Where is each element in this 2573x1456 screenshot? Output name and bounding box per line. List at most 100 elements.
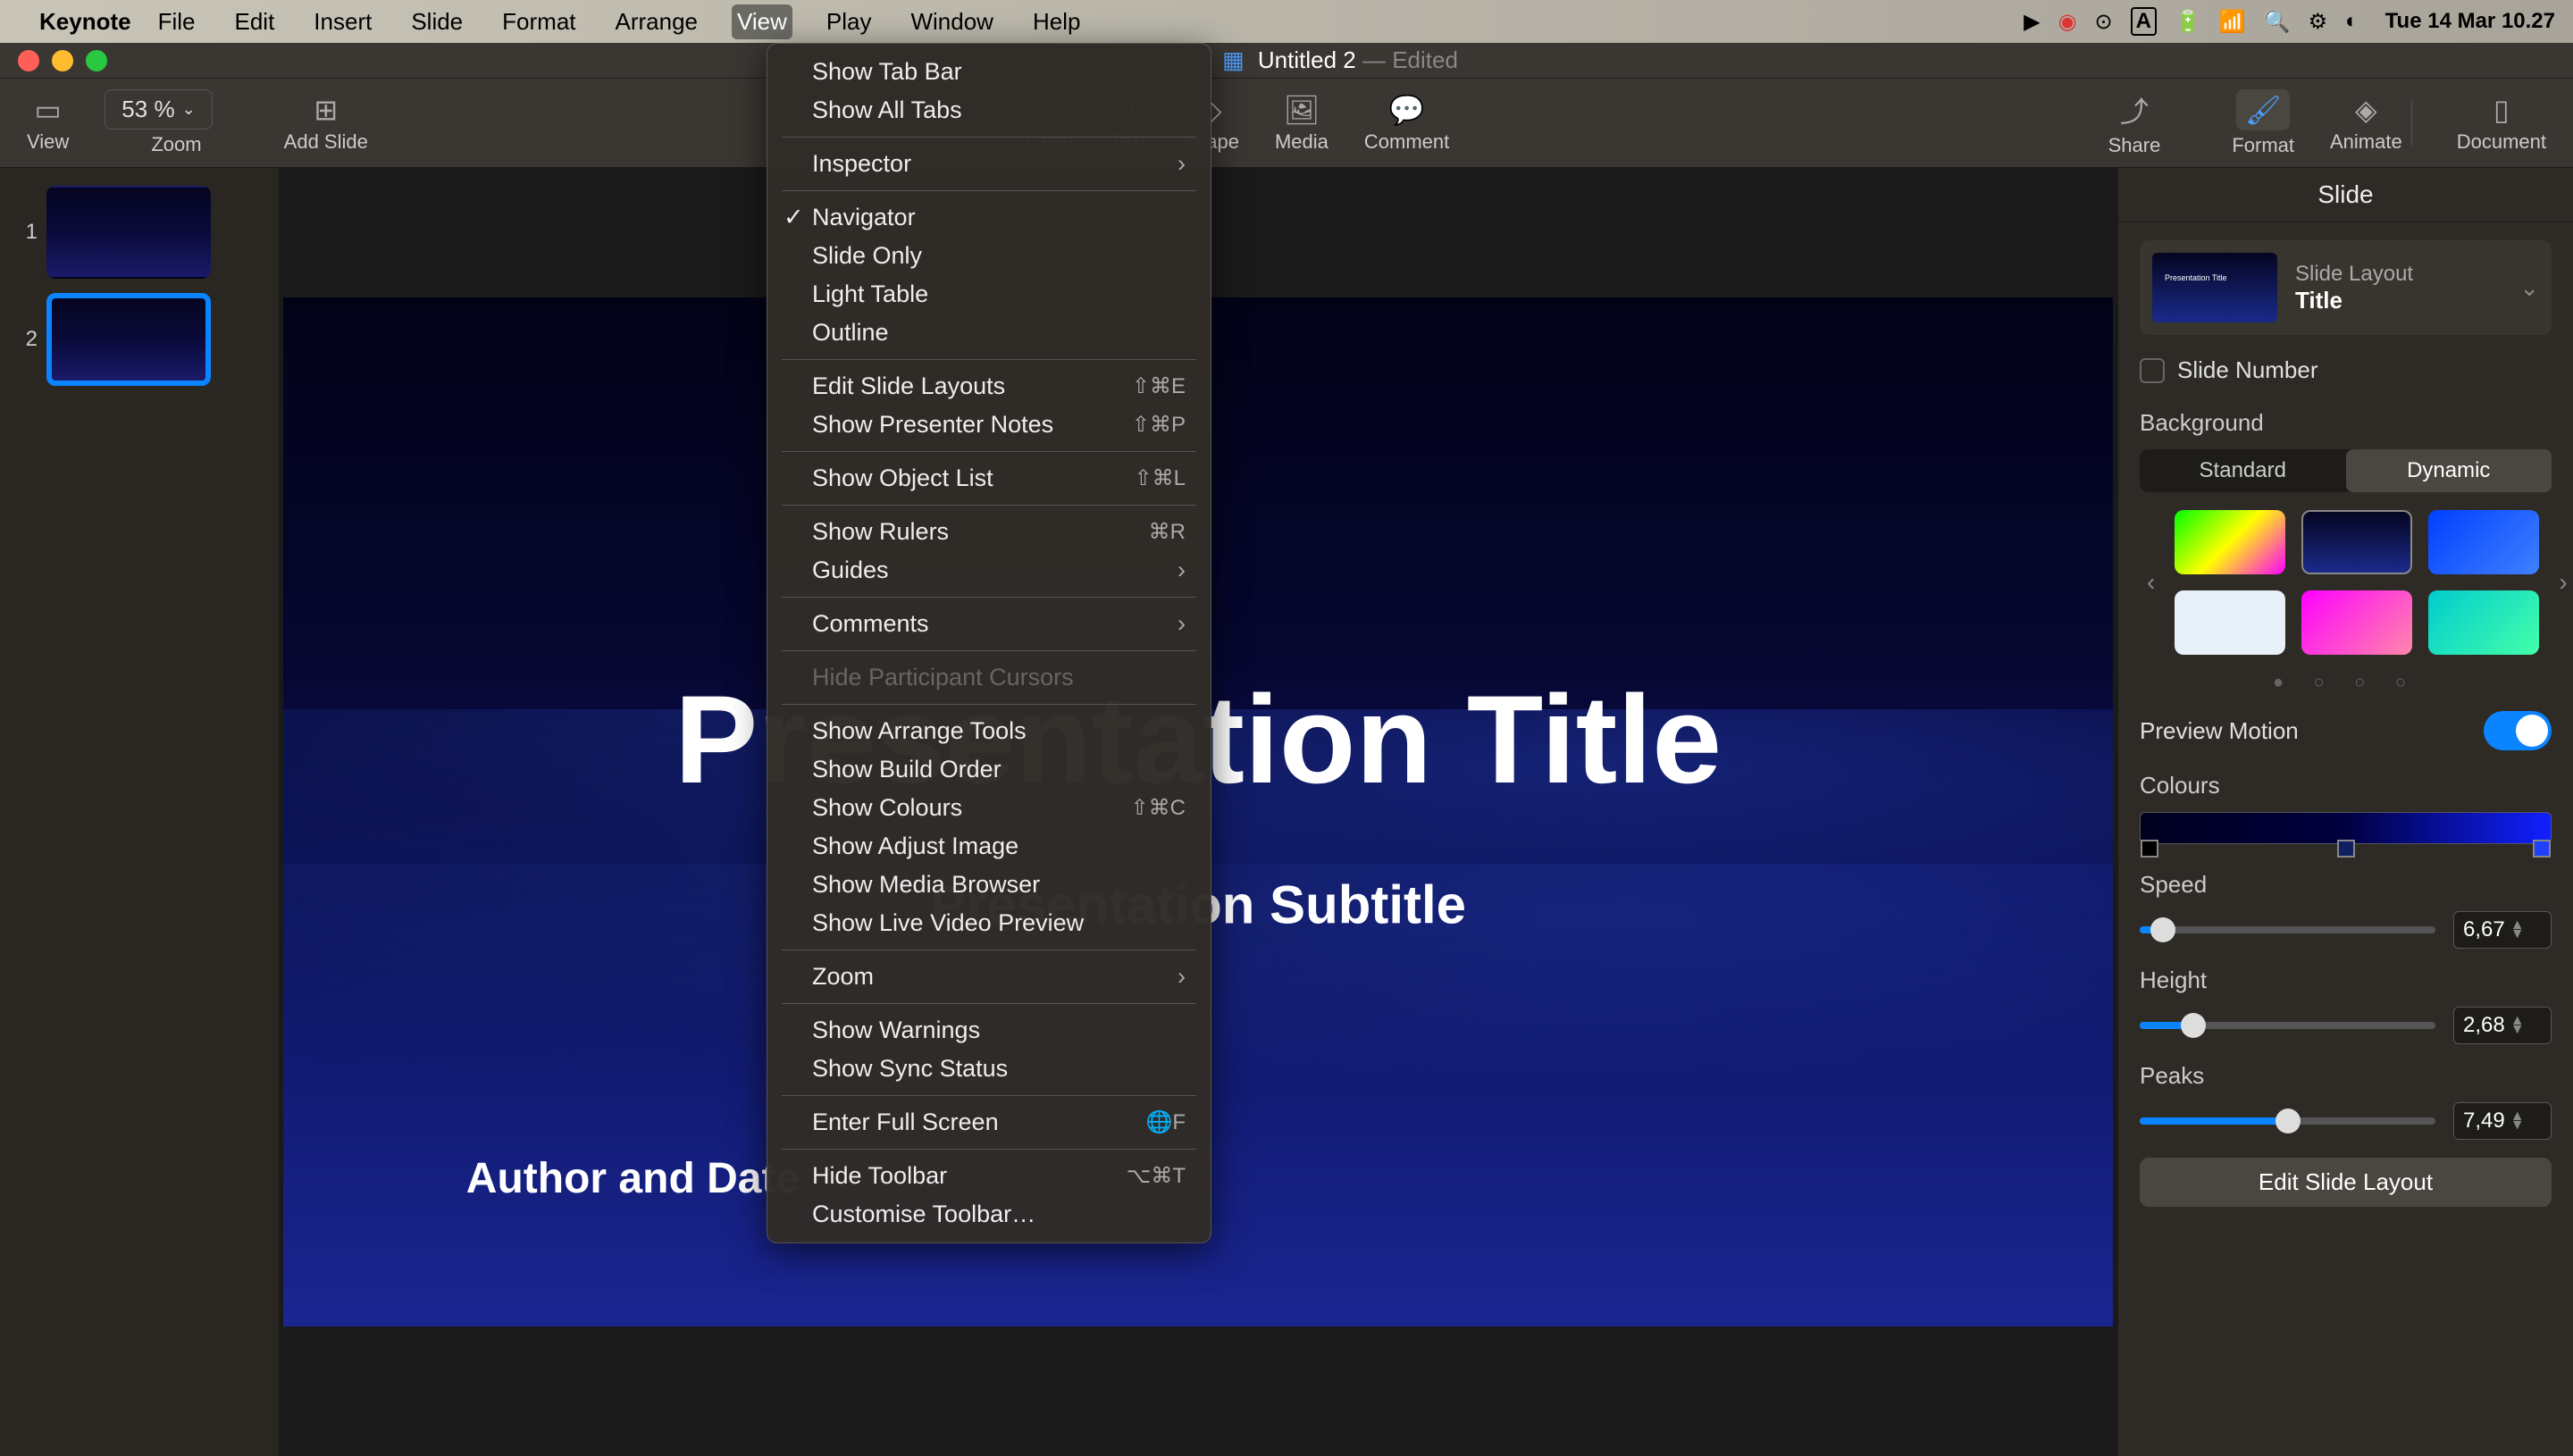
siri-icon[interactable]: ◐ (2345, 9, 2359, 34)
menu-item-show-colours[interactable]: Show Colours⇧⌘C (767, 789, 1211, 827)
swatch-rainbow[interactable] (2175, 510, 2285, 574)
stepper-icon[interactable]: ▲▼ (2510, 1017, 2525, 1034)
menu-item-label: Edit Slide Layouts (812, 372, 1005, 400)
menu-item-show-all-tabs[interactable]: Show All Tabs (767, 91, 1211, 130)
media-button[interactable]: 🖼 Media (1275, 93, 1328, 154)
swatch-next-button[interactable]: › (2552, 561, 2573, 604)
menu-item-enter-full-screen[interactable]: Enter Full Screen🌐F (767, 1103, 1211, 1142)
record-icon[interactable]: ◉ (2058, 9, 2077, 35)
stepper-icon[interactable]: ▲▼ (2510, 921, 2525, 939)
clock[interactable]: Tue 14 Mar 10.27 (2385, 9, 2555, 34)
swatch-light[interactable] (2175, 590, 2285, 655)
input-icon[interactable]: A (2131, 7, 2157, 36)
slide-layout-selector[interactable]: Slide Layout Title ⌄ (2140, 240, 2552, 335)
menu-arrange[interactable]: Arrange (610, 4, 704, 39)
menu-item-label: Guides (812, 556, 889, 584)
keynote-window: ▦ Untitled 2 — Edited ▭ View 53 % ⌄ Zoom… (0, 43, 2573, 1456)
control-center-icon[interactable]: ⚙ (2309, 9, 2328, 35)
slide-thumb-1[interactable]: 1 (11, 186, 268, 279)
preview-motion-toggle[interactable] (2484, 711, 2552, 750)
speed-field[interactable]: 6,67 ▲▼ (2453, 911, 2552, 949)
menu-view[interactable]: View (732, 4, 792, 39)
menu-insert[interactable]: Insert (308, 4, 377, 39)
gradient-stop[interactable] (2337, 840, 2355, 858)
swatch-dark-blue-selected[interactable] (2301, 510, 2412, 574)
play-icon[interactable]: ⊙ (2095, 9, 2113, 35)
slide-author-text[interactable]: Author and Date (466, 1154, 800, 1203)
zoom-dropdown[interactable]: 53 % ⌄ (105, 89, 212, 130)
menu-window[interactable]: Window (905, 4, 998, 39)
battery-icon[interactable]: 🔋 (2175, 9, 2201, 35)
menu-item-zoom[interactable]: Zoom› (767, 958, 1211, 996)
swatch-prev-button[interactable]: ‹ (2140, 561, 2162, 604)
menu-item-show-adjust-image[interactable]: Show Adjust Image (767, 827, 1211, 866)
menu-item-show-build-order[interactable]: Show Build Order (767, 750, 1211, 789)
format-tab-button[interactable]: 🖌 Format (2232, 89, 2294, 157)
menu-item-guides[interactable]: Guides› (767, 551, 1211, 590)
swatch-blue[interactable] (2428, 510, 2539, 574)
height-slider[interactable] (2140, 1022, 2435, 1029)
menu-help[interactable]: Help (1027, 4, 1085, 39)
toolbar-divider (2411, 101, 2412, 146)
minimize-button[interactable] (52, 50, 73, 71)
search-icon[interactable]: 🔍 (2264, 9, 2291, 35)
menu-edit[interactable]: Edit (229, 4, 280, 39)
menu-item-show-live-video-preview[interactable]: Show Live Video Preview (767, 904, 1211, 942)
slide-navigator[interactable]: 1 2 (0, 168, 279, 1456)
gradient-stop[interactable] (2533, 840, 2551, 858)
menu-item-show-presenter-notes[interactable]: Show Presenter Notes⇧⌘P (767, 406, 1211, 444)
menu-play[interactable]: Play (821, 4, 877, 39)
menu-slide[interactable]: Slide (406, 4, 468, 39)
slide-thumb-2[interactable]: 2 (11, 293, 268, 386)
maximize-button[interactable] (86, 50, 107, 71)
menu-item-slide-only[interactable]: Slide Only (767, 237, 1211, 275)
document-tab-button[interactable]: ▯ Document (2457, 93, 2546, 154)
checkbox-icon (2140, 358, 2165, 383)
slide-number-checkbox[interactable]: Slide Number (2140, 356, 2552, 384)
menu-item-navigator[interactable]: ✓Navigator (767, 198, 1211, 237)
stepper-icon[interactable]: ▲▼ (2510, 1112, 2525, 1130)
menu-item-light-table[interactable]: Light Table (767, 275, 1211, 314)
gradient-stop[interactable] (2141, 840, 2158, 858)
document-title[interactable]: ▦ Untitled 2 — Edited (125, 46, 2555, 74)
menu-item-customise-toolbar-[interactable]: Customise Toolbar… (767, 1195, 1211, 1234)
height-field[interactable]: 2,68 ▲▼ (2453, 1007, 2552, 1044)
peaks-field[interactable]: 7,49 ▲▼ (2453, 1102, 2552, 1140)
menu-item-show-warnings[interactable]: Show Warnings (767, 1011, 1211, 1050)
menu-item-label: Show Adjust Image (812, 833, 1018, 860)
edit-slide-layout-button[interactable]: Edit Slide Layout (2140, 1158, 2552, 1207)
app-name[interactable]: Keynote (39, 8, 131, 36)
seg-standard[interactable]: Standard (2140, 449, 2346, 492)
background-mode-segment[interactable]: Standard Dynamic (2140, 449, 2552, 492)
view-button[interactable]: ▭ View (27, 93, 69, 154)
menu-item-show-tab-bar[interactable]: Show Tab Bar (767, 53, 1211, 91)
wifi-icon[interactable]: 📶 (2219, 9, 2246, 35)
menu-item-show-media-browser[interactable]: Show Media Browser (767, 866, 1211, 904)
menu-separator (782, 597, 1196, 598)
menu-format[interactable]: Format (497, 4, 581, 39)
menu-item-inspector[interactable]: Inspector› (767, 145, 1211, 183)
swatch-pink[interactable] (2301, 590, 2412, 655)
share-button[interactable]: ⤴ Share (2108, 89, 2161, 157)
menu-item-show-rulers[interactable]: Show Rulers⌘R (767, 513, 1211, 551)
animate-tab-button[interactable]: ◈ Animate (2330, 93, 2402, 154)
menu-item-outline[interactable]: Outline (767, 314, 1211, 352)
comment-button[interactable]: 💬 Comment (1364, 93, 1449, 154)
menu-separator (782, 704, 1196, 705)
menu-item-comments[interactable]: Comments› (767, 605, 1211, 643)
swatch-teal[interactable] (2428, 590, 2539, 655)
peaks-slider[interactable] (2140, 1117, 2435, 1125)
speed-slider[interactable] (2140, 926, 2435, 933)
add-slide-button[interactable]: ⊞ Add Slide (284, 93, 368, 154)
close-button[interactable] (18, 50, 39, 71)
menu-item-show-sync-status[interactable]: Show Sync Status (767, 1050, 1211, 1088)
menu-item-edit-slide-layouts[interactable]: Edit Slide Layouts⇧⌘E (767, 367, 1211, 406)
menu-file[interactable]: File (153, 4, 201, 39)
app-status-icon[interactable]: ▶ (2024, 9, 2040, 35)
page-dots[interactable]: ● ○ ○ ○ (2140, 673, 2552, 693)
menu-item-hide-toolbar[interactable]: Hide Toolbar⌥⌘T (767, 1157, 1211, 1195)
menu-item-show-object-list[interactable]: Show Object List⇧⌘L (767, 459, 1211, 498)
menu-item-show-arrange-tools[interactable]: Show Arrange Tools (767, 712, 1211, 750)
seg-dynamic[interactable]: Dynamic (2346, 449, 2552, 492)
colour-gradient-editor[interactable] (2140, 812, 2552, 844)
